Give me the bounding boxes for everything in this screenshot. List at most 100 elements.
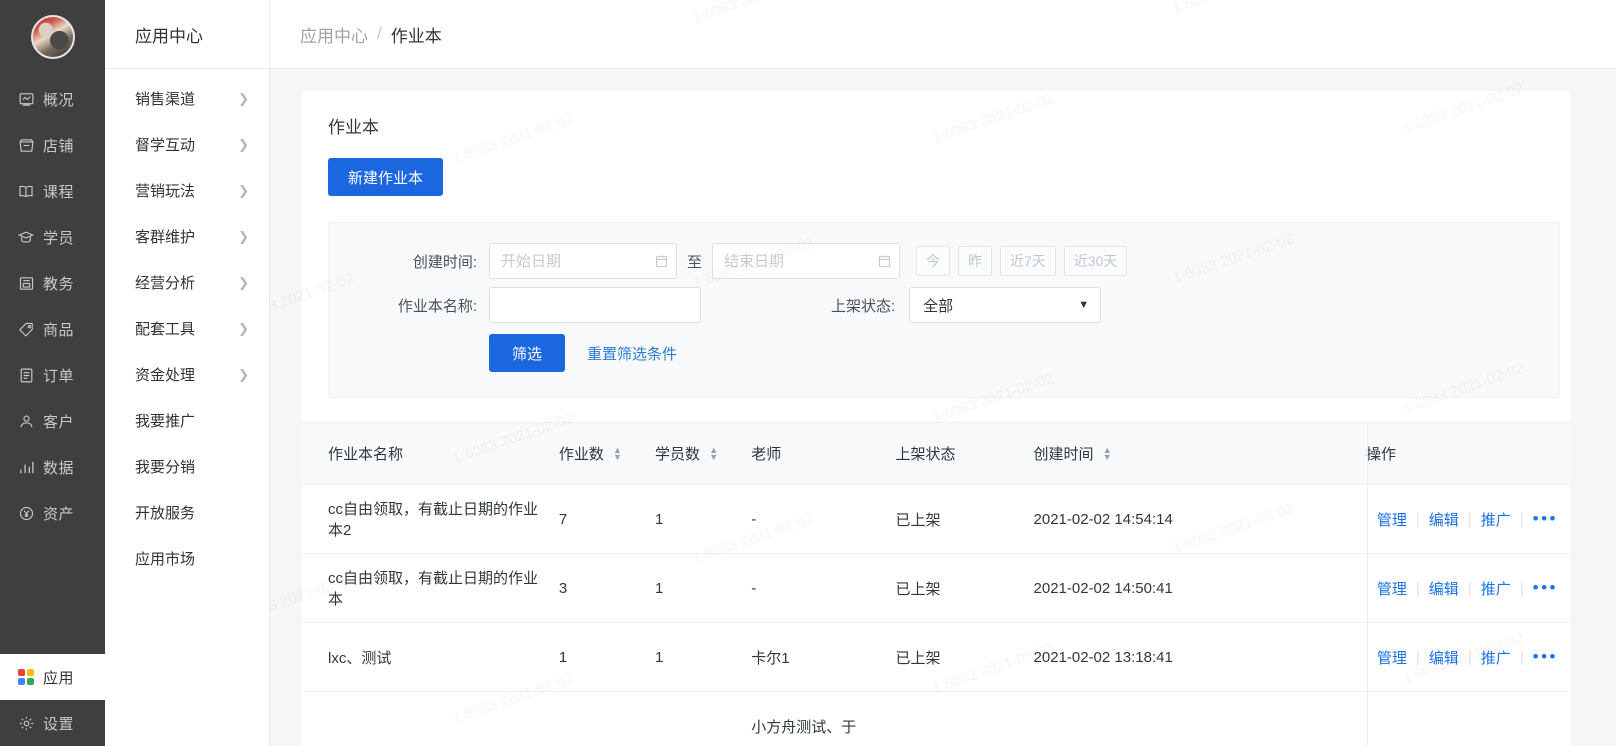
row-action-promote[interactable]: 推广 xyxy=(1481,509,1511,530)
create-homework-book-button[interactable]: 新建作业本 xyxy=(328,158,444,196)
quick-range-last-7-days[interactable]: 近7天 xyxy=(1000,246,1056,276)
breadcrumb-current: 作业本 xyxy=(390,26,442,46)
sidebar-item-settings[interactable]: 设置 xyxy=(0,700,105,746)
submenu-item-funds[interactable]: 资金处理 ❯ xyxy=(105,351,269,397)
cell-operations xyxy=(1358,691,1586,746)
start-date-wrapper xyxy=(489,243,677,279)
table-row[interactable]: cc自由领取，有截止日期的作业本 3 1 - 已上架 2021-02-02 14… xyxy=(302,553,1586,623)
asset-yuan-icon xyxy=(17,504,35,522)
submenu-item-customer-group[interactable]: 客群维护 ❯ xyxy=(105,213,269,259)
primary-sidebar: 概况 店铺 课程 学员 教务 商品 订单 客户 数据 资产 应用 设置 xyxy=(0,0,105,746)
shelf-status-selected-value: 全部 xyxy=(923,297,954,315)
sidebar-item-data[interactable]: 数据 xyxy=(0,444,105,490)
quick-range-yesterday[interactable]: 昨 xyxy=(958,246,993,276)
col-header-created-at[interactable]: 创建时间 ▲ ▼ xyxy=(1025,422,1359,485)
avatar-container[interactable] xyxy=(0,0,105,74)
sidebar-item-label: 资产 xyxy=(43,505,75,523)
sidebar-item-label: 订单 xyxy=(43,367,75,385)
row-action-promote[interactable]: 推广 xyxy=(1481,578,1511,599)
table-row[interactable]: cc自由领取，有截止日期的作业本2 7 1 - 已上架 2021-02-02 1… xyxy=(302,484,1586,554)
quick-range-last-30-days[interactable]: 近30天 xyxy=(1063,246,1128,276)
sidebar-item-course[interactable]: 课程 xyxy=(0,168,105,214)
cell-teacher: - xyxy=(743,484,888,554)
cell-teacher: 卡尔1 xyxy=(743,622,888,692)
cell-status xyxy=(887,691,1026,746)
submenu-item-app-market[interactable]: 应用市场 xyxy=(105,535,269,581)
sort-toggle-icon[interactable]: ▲ ▼ xyxy=(613,446,622,462)
cell-operations: 管理 | 编辑 | 推广 | ••• xyxy=(1358,622,1586,692)
quick-range-today[interactable]: 今 xyxy=(916,246,951,276)
row-action-edit[interactable]: 编辑 xyxy=(1429,578,1459,599)
action-divider: | xyxy=(1519,579,1524,597)
overview-icon xyxy=(17,90,35,108)
submenu-item-supervision[interactable]: 督学互动 ❯ xyxy=(105,121,269,167)
cell-name: cc自由领取，有截止日期的作业本2 xyxy=(302,484,551,554)
sidebar-item-student[interactable]: 学员 xyxy=(0,214,105,260)
submenu-item-open-service[interactable]: 开放服务 xyxy=(105,489,269,535)
sidebar-item-label: 概况 xyxy=(43,91,75,109)
row-action-promote[interactable]: 推广 xyxy=(1481,647,1511,668)
app-root: 概况 店铺 课程 学员 教务 商品 订单 客户 数据 资产 应用 设置 应用中心… xyxy=(0,0,1616,746)
row-action-more-icon[interactable]: ••• xyxy=(1533,509,1558,529)
submenu-item-distribution[interactable]: 我要分销 xyxy=(105,443,269,489)
submenu-item-sales-channel[interactable]: 销售渠道 ❯ xyxy=(105,75,269,121)
chevron-right-icon: ❯ xyxy=(238,228,249,244)
col-header-homework-count[interactable]: 作业数 ▲ ▼ xyxy=(550,422,648,485)
sidebar-item-customer[interactable]: 客户 xyxy=(0,398,105,444)
col-header-student-count[interactable]: 学员数 ▲ ▼ xyxy=(647,422,744,485)
action-divider: | xyxy=(1467,648,1472,666)
submenu-item-label: 资金处理 xyxy=(135,366,196,384)
row-action-more-icon[interactable]: ••• xyxy=(1533,647,1558,667)
submenu-item-tools[interactable]: 配套工具 ❯ xyxy=(105,305,269,351)
sort-toggle-icon[interactable]: ▲ ▼ xyxy=(1103,446,1112,462)
submenu-item-business-analysis[interactable]: 经营分析 ❯ xyxy=(105,259,269,305)
table-row[interactable]: 小方舟测试、于 xyxy=(302,691,1586,746)
breadcrumb: 应用中心 / 作业本 xyxy=(270,0,1616,69)
apply-filter-button[interactable]: 筛选 xyxy=(489,334,566,372)
action-divider: | xyxy=(1467,579,1472,597)
row-action-manage[interactable]: 管理 xyxy=(1377,578,1407,599)
row-action-more-icon[interactable]: ••• xyxy=(1533,578,1558,598)
sidebar-item-label: 店铺 xyxy=(43,137,75,155)
submenu-item-label: 客群维护 xyxy=(135,228,196,246)
sidebar-item-apps[interactable]: 应用 xyxy=(0,654,105,700)
sidebar-item-product[interactable]: 商品 xyxy=(0,306,105,352)
end-date-input[interactable] xyxy=(712,243,901,279)
table-row[interactable]: lxc、测试 1 1 卡尔1 已上架 2021-02-02 13:18:41 管… xyxy=(302,622,1586,692)
chevron-down-icon: ▼ xyxy=(1078,299,1090,311)
chevron-right-icon: ❯ xyxy=(238,90,249,106)
customer-person-icon xyxy=(17,412,35,430)
reset-filter-link[interactable]: 重置筛选条件 xyxy=(587,343,677,364)
cell-operations: 管理 | 编辑 | 推广 | ••• xyxy=(1358,553,1586,623)
submenu-item-promotion[interactable]: 我要推广 xyxy=(105,397,269,443)
row-action-edit[interactable]: 编辑 xyxy=(1429,647,1459,668)
sidebar-item-label: 应用 xyxy=(43,669,75,687)
col-header-label: 操作 xyxy=(1366,446,1397,463)
table-header-row: 作业本名称 作业数 ▲ ▼ 学员数 ▲ ▼ 老师 上架状态 创建时间 ▲ ▼ 操… xyxy=(302,422,1586,485)
row-action-edit[interactable]: 编辑 xyxy=(1429,509,1459,530)
settings-gear-icon xyxy=(17,714,35,732)
data-bar-chart-icon xyxy=(17,458,35,476)
sidebar-item-label: 数据 xyxy=(43,459,75,477)
cell-homework-count xyxy=(550,691,648,746)
breadcrumb-parent[interactable]: 应用中心 xyxy=(300,22,368,47)
start-date-input[interactable] xyxy=(489,243,677,279)
row-action-manage[interactable]: 管理 xyxy=(1377,509,1407,530)
sidebar-item-shop[interactable]: 店铺 xyxy=(0,122,105,168)
row-action-manage[interactable]: 管理 xyxy=(1377,647,1407,668)
action-divider: | xyxy=(1467,510,1472,528)
submenu-item-marketing[interactable]: 营销玩法 ❯ xyxy=(105,167,269,213)
page-title: 作业本 xyxy=(328,118,379,137)
cell-homework-count: 1 xyxy=(550,622,648,692)
sidebar-item-asset[interactable]: 资产 xyxy=(0,490,105,536)
homework-book-name-input[interactable] xyxy=(489,287,701,323)
shelf-status-select[interactable]: 全部 ▼ xyxy=(909,287,1102,323)
avatar[interactable] xyxy=(30,15,75,59)
sidebar-item-order[interactable]: 订单 xyxy=(0,352,105,398)
shelf-status-select-wrapper: 全部 ▼ xyxy=(909,287,1102,323)
sort-toggle-icon[interactable]: ▲ ▼ xyxy=(709,446,718,462)
sidebar-item-teaching-affairs[interactable]: 教务 xyxy=(0,260,105,306)
cell-student-count: 1 xyxy=(647,553,744,623)
sidebar-item-overview[interactable]: 概况 xyxy=(0,76,105,122)
